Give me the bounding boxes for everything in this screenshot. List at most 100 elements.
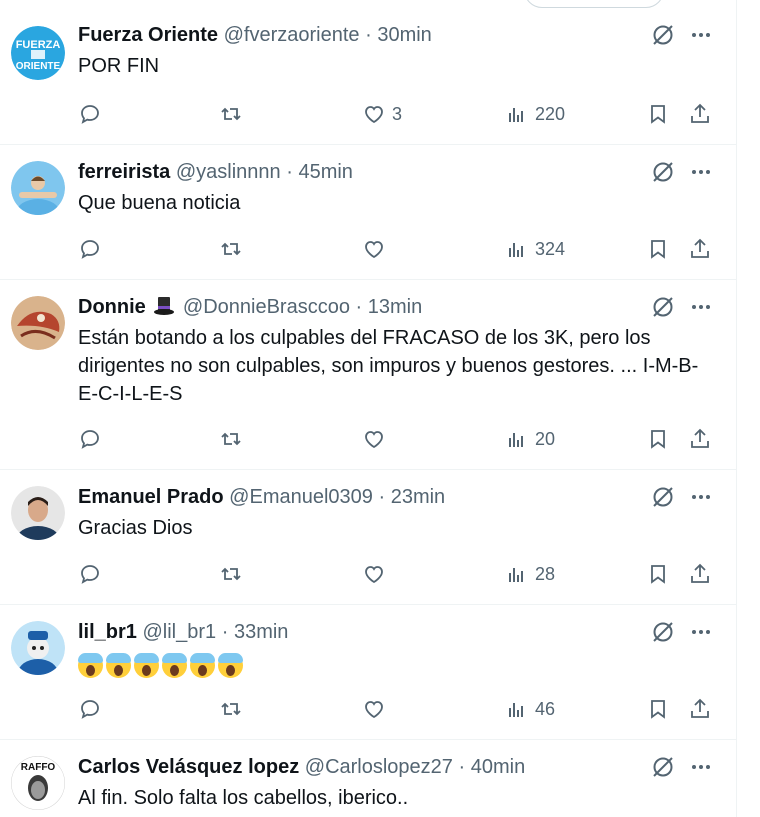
user-handle[interactable]: @DonnieBrasccoo (183, 296, 350, 318)
screaming-face-emoji-row (78, 653, 243, 678)
bookmark-button[interactable] (646, 560, 670, 588)
timestamp[interactable]: 40min (471, 756, 525, 778)
bookmark-button[interactable] (646, 235, 670, 263)
separator: · (365, 24, 372, 46)
top-pill-button[interactable] (524, 0, 664, 8)
retweet-button[interactable] (219, 100, 243, 128)
views-button[interactable]: 324 (505, 235, 565, 263)
like-button[interactable] (362, 425, 392, 453)
views-button[interactable]: 28 (505, 560, 555, 588)
action-bar: 20 (78, 425, 718, 453)
timestamp[interactable]: 13min (368, 296, 422, 318)
reply-button[interactable] (78, 235, 102, 263)
tweet[interactable]: Emanuel Prado @Emanuel0309 · 23min Graci… (0, 470, 737, 605)
action-bar: 324 (78, 235, 718, 263)
bookmark-icon (651, 430, 665, 449)
screaming-face-emoji (190, 653, 215, 678)
display-name[interactable]: Emanuel Prado (78, 486, 224, 508)
grok-icon[interactable] (650, 294, 676, 320)
separator: · (378, 486, 386, 508)
top-hat-emoji (154, 297, 175, 315)
like-button[interactable]: 3 (362, 100, 402, 128)
user-handle[interactable]: @Emanuel0309 (229, 486, 373, 508)
display-name[interactable]: lil_br1 (78, 621, 137, 643)
timestamp[interactable]: 30min (377, 24, 431, 46)
share-button[interactable] (688, 100, 712, 128)
share-button[interactable] (688, 425, 712, 453)
views-icon (509, 433, 523, 447)
tweet-header: Emanuel Prado @Emanuel0309 · 23min (78, 485, 445, 509)
share-button[interactable] (688, 235, 712, 263)
grok-icon[interactable] (650, 159, 676, 185)
grok-icon[interactable] (650, 22, 676, 48)
tweet[interactable]: lil_br1 @lil_br1 · 33min 46 (0, 605, 737, 740)
user-handle[interactable]: @lil_br1 (142, 621, 216, 643)
views-icon (509, 568, 523, 582)
display-name[interactable]: Fuerza Oriente (78, 24, 218, 46)
more-icon[interactable] (688, 619, 714, 645)
tweet[interactable]: ferreirista @yaslinnnn · 45min Que buena… (0, 145, 737, 280)
view-count: 220 (535, 103, 566, 124)
retweet-button[interactable] (219, 425, 243, 453)
display-name[interactable]: ferreirista (78, 161, 170, 183)
like-button[interactable] (362, 560, 392, 588)
share-button[interactable] (688, 695, 712, 723)
separator: · (458, 756, 466, 778)
heart-icon (365, 106, 383, 124)
view-count: 46 (535, 698, 556, 719)
share-icon (691, 698, 709, 718)
avatar[interactable]: FUERZA ORIENTE (11, 26, 65, 80)
reply-feed: FUERZA ORIENTE Fuerza Oriente @fverzaori… (0, 0, 737, 817)
bookmark-button[interactable] (646, 695, 670, 723)
more-icon[interactable] (688, 159, 714, 185)
tweet[interactable]: RAFFO Carlos Velásquez lopez @Carloslope… (0, 740, 737, 817)
avatar[interactable] (11, 161, 65, 215)
retweet-button[interactable] (219, 560, 243, 588)
reply-icon (81, 430, 99, 449)
avatar[interactable]: RAFFO (11, 756, 65, 810)
view-count: 324 (535, 238, 566, 259)
grok-icon[interactable] (650, 484, 676, 510)
tweet[interactable]: Donnie @DonnieBrasccoo · 13min Están bot… (0, 280, 737, 470)
more-icon[interactable] (688, 754, 714, 780)
reply-button[interactable] (78, 100, 102, 128)
svg-text:ORIENTE: ORIENTE (16, 61, 61, 72)
avatar[interactable] (11, 486, 65, 540)
views-button[interactable]: 220 (505, 100, 565, 128)
reply-button[interactable] (78, 425, 102, 453)
reply-button[interactable] (78, 560, 102, 588)
bookmark-button[interactable] (646, 100, 670, 128)
like-count: 3 (392, 103, 403, 124)
more-icon[interactable] (688, 484, 714, 510)
tweet[interactable]: FUERZA ORIENTE Fuerza Oriente @fverzaori… (0, 8, 737, 145)
retweet-button[interactable] (219, 695, 243, 723)
tweet-text: Que buena noticia (78, 192, 241, 214)
timestamp[interactable]: 45min (298, 161, 352, 183)
tweet-header: ferreirista @yaslinnnn · 45min (78, 160, 353, 184)
retweet-button[interactable] (219, 235, 243, 263)
grok-icon[interactable] (650, 754, 676, 780)
more-icon[interactable] (688, 294, 714, 320)
user-handle[interactable]: @yaslinnnn (176, 161, 281, 183)
user-handle[interactable]: @Carloslopez27 (305, 756, 453, 778)
avatar[interactable] (11, 621, 65, 675)
avatar[interactable] (11, 296, 65, 350)
like-button[interactable] (362, 695, 392, 723)
display-name[interactable]: Carlos Velásquez lopez (78, 756, 299, 778)
bookmark-button[interactable] (646, 425, 670, 453)
user-handle[interactable]: @fverzaoriente (224, 24, 360, 46)
more-icon[interactable] (688, 22, 714, 48)
timestamp[interactable]: 23min (391, 486, 445, 508)
views-icon (509, 243, 523, 257)
share-button[interactable] (688, 560, 712, 588)
tweet-header: lil_br1 @lil_br1 · 33min (78, 620, 288, 644)
retweet-icon (221, 107, 241, 121)
display-name[interactable]: Donnie (78, 296, 146, 318)
views-button[interactable]: 20 (505, 425, 555, 453)
share-icon (691, 428, 709, 448)
views-button[interactable]: 46 (505, 695, 555, 723)
grok-icon[interactable] (650, 619, 676, 645)
reply-button[interactable] (78, 695, 102, 723)
timestamp[interactable]: 33min (234, 621, 288, 643)
like-button[interactable] (362, 235, 392, 263)
